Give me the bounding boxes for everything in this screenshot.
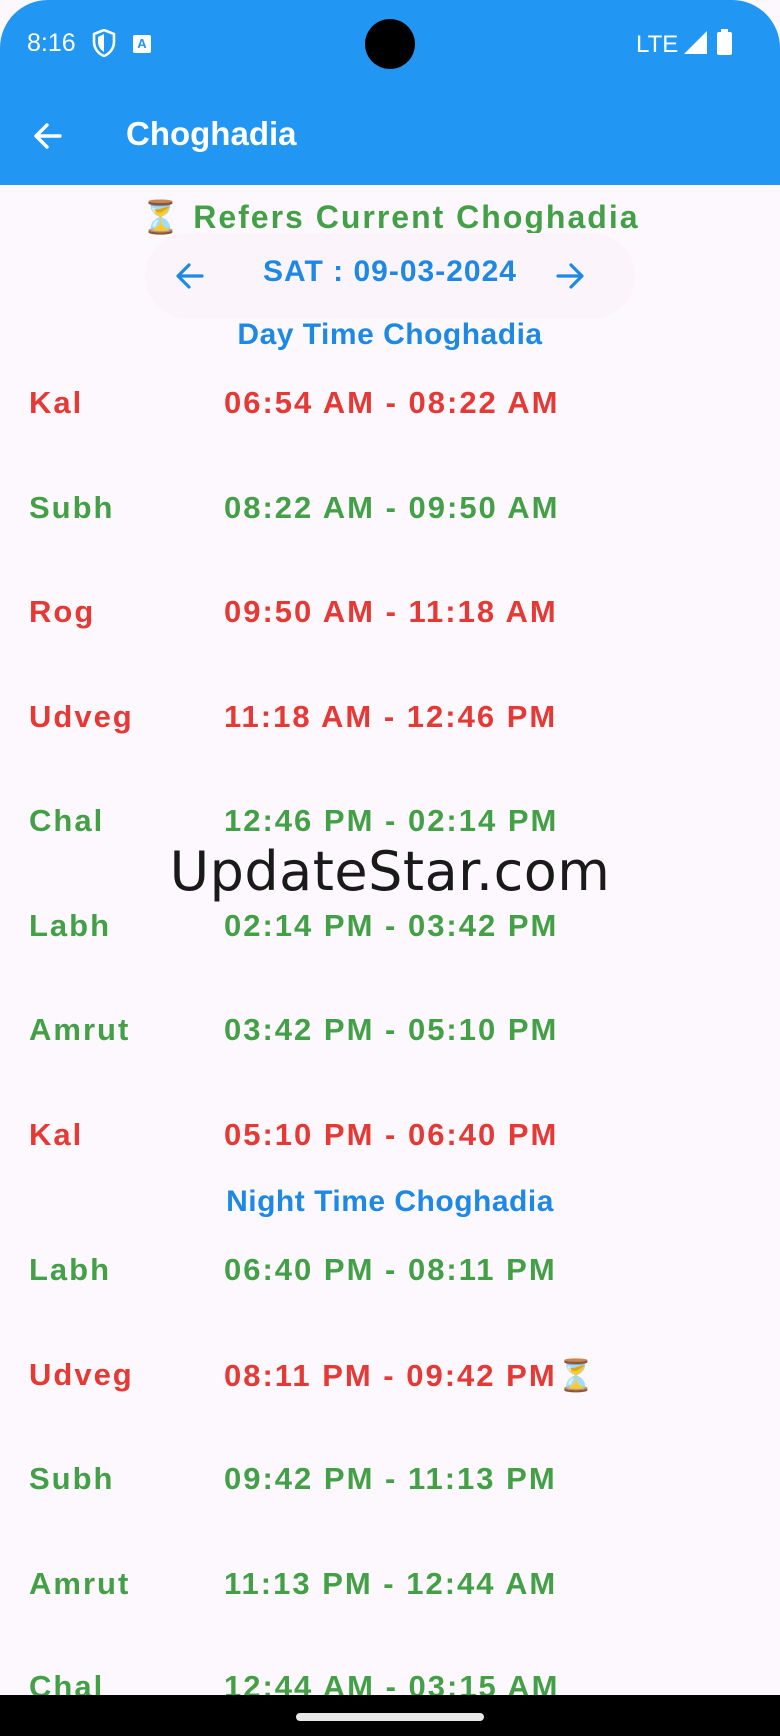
- choghadia-time: 05:10 PM - 06:40 PM: [224, 1117, 559, 1152]
- choghadia-time: 12:46 PM - 02:14 PM: [224, 803, 559, 838]
- system-nav-bar: [0, 1695, 780, 1736]
- battery-icon: [717, 29, 732, 55]
- watermark: UpdateStar.com: [169, 840, 611, 903]
- choghadia-name: Udveg: [29, 1357, 134, 1392]
- day-row: Amrut 03:42 PM - 05:10 PM: [0, 1012, 780, 1062]
- choghadia-name: Labh: [29, 908, 112, 943]
- shield-icon: [92, 29, 116, 57]
- night-row: Amrut 11:13 PM - 12:44 AM: [0, 1566, 780, 1616]
- app-bar: Choghadia: [0, 88, 780, 185]
- home-gesture-handle[interactable]: [296, 1713, 484, 1721]
- keyboard-a-icon: A: [133, 35, 151, 53]
- choghadia-time: 11:13 PM - 12:44 AM: [224, 1566, 558, 1601]
- choghadia-time: 09:50 AM - 11:18 AM: [224, 594, 558, 629]
- day-row: Kal 05:10 PM - 06:40 PM: [0, 1117, 780, 1167]
- legend-text: Refers Current Choghadia: [193, 199, 640, 235]
- choghadia-time: 11:18 AM - 12:46 PM: [224, 699, 558, 734]
- day-row: Rog 09:50 AM - 11:18 AM: [0, 594, 780, 644]
- day-row: Udveg 11:18 AM - 12:46 PM: [0, 699, 780, 749]
- night-row: Chal 12:44 AM - 03:15 AM: [0, 1669, 780, 1695]
- day-row: Kal 06:54 AM - 08:22 AM: [0, 385, 780, 435]
- choghadia-name: Labh: [29, 1252, 112, 1287]
- night-row: Subh 09:42 PM - 11:13 PM: [0, 1461, 780, 1511]
- choghadia-name: Rog: [29, 594, 96, 629]
- choghadia-time: 08:11 PM - 09:42 PM⏳: [224, 1358, 598, 1393]
- day-section-title: Day Time Choghadia: [237, 318, 543, 351]
- night-row: Udveg 08:11 PM - 09:42 PM⏳: [0, 1357, 780, 1407]
- choghadia-time: 08:22 AM - 09:50 AM: [224, 490, 560, 525]
- choghadia-time: 12:44 AM - 03:15 AM: [224, 1669, 560, 1695]
- day-row: Subh 08:22 AM - 09:50 AM: [0, 490, 780, 540]
- night-section-title: Night Time Choghadia: [226, 1185, 554, 1218]
- choghadia-time: 06:40 PM - 08:11 PM: [224, 1252, 557, 1287]
- choghadia-name: Kal: [29, 1117, 84, 1152]
- choghadia-name: Subh: [29, 490, 115, 525]
- header-area: 8:16 A LTE Choghadia: [0, 0, 780, 185]
- choghadia-time: 02:14 PM - 03:42 PM: [224, 908, 559, 943]
- choghadia-name: Udveg: [29, 699, 134, 734]
- choghadia-time: 09:42 PM - 11:13 PM: [224, 1461, 557, 1496]
- phone-screen: 8:16 A LTE Choghadia ⏳ Refers Current Ch…: [0, 0, 780, 1736]
- night-row: Labh 06:40 PM - 08:11 PM: [0, 1252, 780, 1302]
- next-day-button[interactable]: [545, 251, 595, 301]
- current-legend: ⏳ Refers Current Choghadia: [0, 198, 780, 236]
- choghadia-name: Kal: [29, 385, 84, 420]
- page-title: Choghadia: [126, 115, 297, 152]
- status-time: 8:16: [27, 29, 76, 57]
- choghadia-name: Amrut: [29, 1012, 131, 1047]
- day-row: Labh 02:14 PM - 03:42 PM: [0, 908, 780, 958]
- choghadia-time: 06:54 AM - 08:22 AM: [224, 385, 560, 420]
- network-type: LTE: [636, 31, 679, 58]
- choghadia-time: 03:42 PM - 05:10 PM: [224, 1012, 559, 1047]
- status-bar: 8:16 A LTE: [0, 0, 780, 88]
- hourglass-icon: ⏳: [140, 199, 183, 235]
- choghadia-name: Chal: [29, 803, 105, 838]
- arrow-right-icon: [556, 263, 584, 289]
- camera-cutout: [365, 19, 415, 69]
- arrow-left-icon: [34, 123, 62, 149]
- choghadia-name: Amrut: [29, 1566, 131, 1601]
- choghadia-list[interactable]: ⏳ Refers Current Choghadia SAT : 09-03-2…: [0, 185, 780, 1695]
- back-button[interactable]: [24, 112, 72, 160]
- signal-icon: [684, 31, 707, 54]
- date-navigator: SAT : 09-03-2024: [145, 233, 635, 319]
- choghadia-name: Chal: [29, 1669, 105, 1695]
- choghadia-name: Subh: [29, 1461, 115, 1496]
